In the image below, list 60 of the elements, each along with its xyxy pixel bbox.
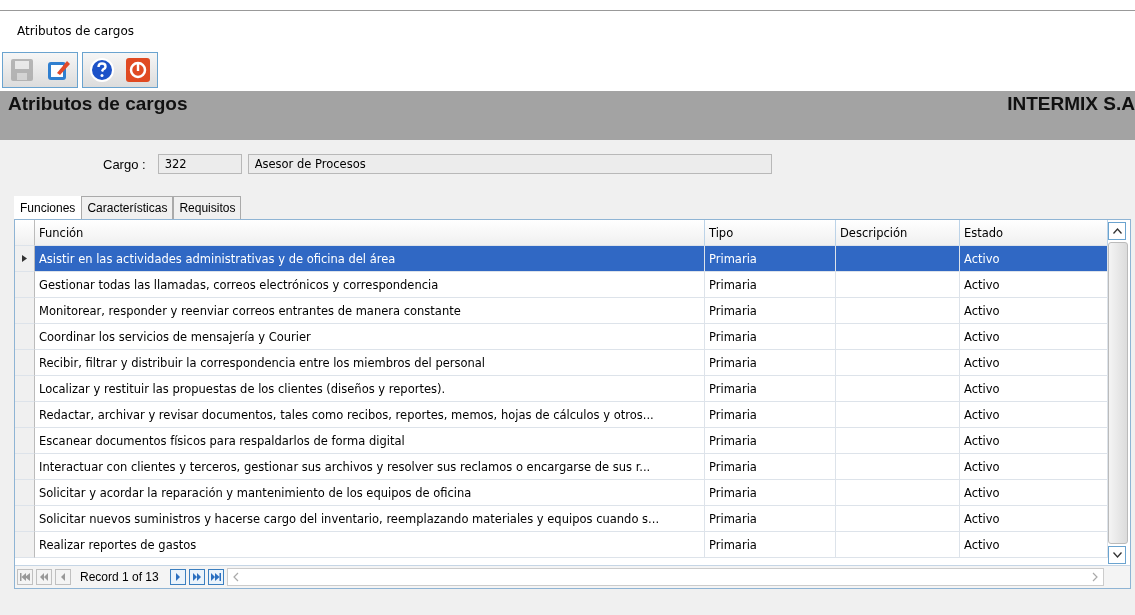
cargo-label: Cargo :: [103, 156, 146, 172]
table-cell: Primaria: [705, 506, 836, 532]
current-row-icon: [22, 255, 27, 262]
table-cell: Primaria: [705, 376, 836, 402]
previous-record-button[interactable]: [55, 569, 71, 585]
table-cell: Primaria: [705, 350, 836, 376]
table-cell: Primaria: [705, 272, 836, 298]
table-cell: Primaria: [705, 298, 836, 324]
window-title: Atributos de cargos: [17, 24, 134, 38]
column-header[interactable]: Tipo: [705, 220, 836, 246]
last-record-button[interactable]: [207, 569, 224, 585]
power-icon[interactable]: [125, 57, 151, 83]
column-header[interactable]: Función: [35, 220, 705, 246]
next-page-arrow-icon: [191, 573, 202, 581]
tab[interactable]: Requisitos: [173, 196, 242, 219]
cargo-code-field[interactable]: 322: [157, 154, 242, 174]
table-cell: Monitorear, responder y reenviar correos entrantes de manera constante: [35, 298, 705, 324]
table-cell: Asistir en las actividades administrativas y de oficina del área: [35, 246, 705, 272]
table-cell: Primaria: [705, 480, 836, 506]
first-record-button[interactable]: [17, 569, 33, 585]
scroll-up-button[interactable]: [1108, 222, 1126, 240]
help-icon[interactable]: [89, 57, 115, 83]
next-record-button[interactable]: [169, 569, 186, 585]
column-header[interactable]: Estado: [960, 220, 1108, 246]
table-cell: Solicitar y acordar la reparación y mantenimiento de los equipos de oficina: [35, 480, 705, 506]
table-cell: Primaria: [705, 246, 836, 272]
table-cell: Redactar, archivar y revisar documentos, tales como recibos, reportes, memos, hojas de cálculos y otros...: [35, 402, 705, 428]
grid-corner: [15, 220, 35, 246]
scroll-thumb[interactable]: [1108, 242, 1128, 544]
table-cell: Solicitar nuevos suministros y hacerse cargo del inventario, reemplazando materiales y equipos cuando s...: [35, 506, 705, 532]
tab[interactable]: Características: [81, 196, 174, 219]
form-title: Atributos de cargos: [8, 93, 188, 116]
row-header[interactable]: [15, 246, 35, 272]
table-cell: Interactuar con clientes y terceros, gestionar sus archivos y resolver sus reclamos o encargarse de sus r...: [35, 454, 705, 480]
record-counter: Record 1 of 13: [79, 570, 160, 584]
table-cell: Primaria: [705, 324, 836, 350]
table-cell: Gestionar todas las llamadas, correos electrónicos y correspondencia: [35, 272, 705, 298]
company-name: INTERMIX S.A: [1007, 93, 1135, 116]
caret-down-icon: [1112, 552, 1122, 558]
table-cell: Primaria: [705, 428, 836, 454]
cargo-name-field[interactable]: Asesor de Procesos: [247, 154, 772, 174]
table-cell: Primaria: [705, 532, 836, 558]
caret-up-icon: [1112, 228, 1122, 234]
table-cell: Recibir, filtrar y distribuir la correspondencia entre los miembros del personal: [35, 350, 705, 376]
column-header[interactable]: Descripción: [836, 220, 960, 246]
table-cell: Realizar reportes de gastos: [35, 532, 705, 558]
table-cell: Escanear documentos físicos para respaldarlos de forma digital: [35, 428, 705, 454]
tab[interactable]: Funciones: [14, 196, 82, 219]
horizontal-scrollbar[interactable]: [226, 568, 1104, 586]
last-record-arrow-icon: [210, 573, 221, 581]
table-cell: Activo: [960, 246, 1108, 272]
table-cell: Localizar y restituir las propuestas de los clientes (diseños y reportes).: [35, 376, 705, 402]
table-cell: Primaria: [705, 402, 836, 428]
first-record-arrow-icon: [20, 573, 30, 581]
table-cell: Coordinar los servicios de mensajería y Courier: [35, 324, 705, 350]
scroll-down-button[interactable]: [1108, 546, 1126, 564]
table-cell: Primaria: [705, 454, 836, 480]
next-page-button[interactable]: [188, 569, 205, 585]
previous-page-button[interactable]: [36, 569, 52, 585]
previous-page-arrow-icon: [39, 573, 49, 581]
